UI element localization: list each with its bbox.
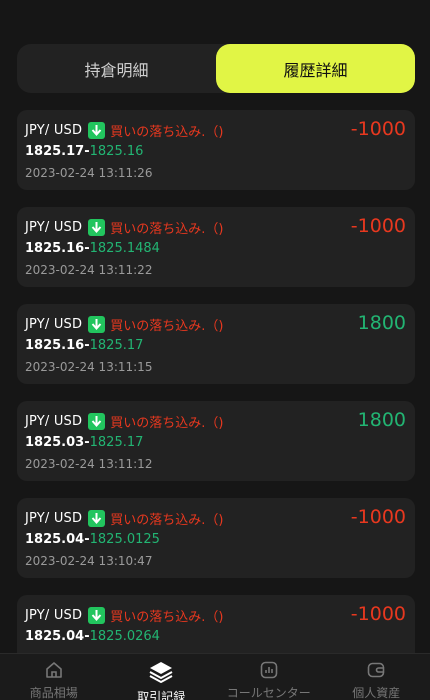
profit-amount: -1000 [350,118,406,140]
profit-amount: -1000 [350,215,406,237]
trade-time: 2023-02-24 13:11:26 [25,166,153,180]
card-header: JPY/ USD 買いの落ち込み.（) [25,217,407,237]
wallet-icon [366,660,386,680]
price-range: 1825.17-1825.16 [25,144,407,162]
price-range: 1825.16-1825.17 [25,338,407,356]
bottom-nav: 商品相場 取引記録 コールセンター 個人資産 [0,653,430,700]
close-price: 1825.17 [89,435,144,450]
currency-pair: JPY/ USD [25,510,83,526]
close-price: 1825.16 [89,144,144,159]
close-price: 1825.1484 [89,241,160,256]
trade-direction: 買いの落ち込み.（) [110,512,224,528]
open-price: 1825.04 [25,629,85,644]
trade-direction: 買いの落ち込み.（) [110,415,224,431]
profit-amount: -1000 [350,603,406,625]
tab-history[interactable]: 履歴詳細 [216,44,415,93]
tab-positions[interactable]: 持倉明細 [17,44,216,93]
card-header: JPY/ USD 買いの落ち込み.（) [25,314,407,334]
close-price: 1825.17 [89,338,144,353]
nav-label: コールセンター [226,686,311,700]
price-range: 1825.04-1825.0264 [25,629,407,647]
open-price: 1825.04 [25,532,85,547]
trade-time: 2023-02-24 13:11:12 [25,457,153,471]
nav-item-records[interactable]: 取引記録 [108,654,216,700]
arrow-down-icon [88,315,106,333]
currency-pair: JPY/ USD [25,219,83,235]
history-card[interactable]: JPY/ USD 買いの落ち込み.（) 1800 1825.03-1825.17 202… [17,401,415,481]
currency-pair: JPY/ USD [25,316,83,332]
price-range: 1825.04-1825.0125 [25,532,407,550]
open-price: 1825.16 [25,241,85,256]
profit-amount: 1800 [357,409,406,431]
chart-icon [259,660,279,680]
card-header: JPY/ USD 買いの落ち込み.（) [25,411,407,431]
nav-item-call-center[interactable]: コールセンター [215,654,323,700]
profit-amount: -1000 [350,506,406,528]
tab-bar: 持倉明細 履歴詳細 [17,44,415,93]
history-list: JPY/ USD 買いの落ち込み.（) -1000 1825.17-1825.16 20… [17,110,415,692]
trade-direction: 買いの落ち込み.（) [110,609,224,625]
arrow-down-icon [88,412,106,430]
open-price: 1825.16 [25,338,85,353]
profit-amount: 1800 [357,312,406,334]
history-card[interactable]: JPY/ USD 買いの落ち込み.（) -1000 1825.17-1825.16 20… [17,110,415,190]
close-price: 1825.0264 [89,629,160,644]
nav-label: 個人資産 [352,686,401,700]
trade-direction: 買いの落ち込み.（) [110,221,224,237]
nav-label: 取引記録 [137,690,186,700]
open-price: 1825.17 [25,144,85,159]
nav-label: 商品相場 [29,686,78,700]
nav-item-assets[interactable]: 個人資産 [323,654,430,700]
nav-item-market[interactable]: 商品相場 [0,654,108,700]
card-header: JPY/ USD 買いの落ち込み.（) [25,605,407,625]
card-header: JPY/ USD 買いの落ち込み.（) [25,120,407,140]
close-price: 1825.0125 [89,532,160,547]
history-card[interactable]: JPY/ USD 買いの落ち込み.（) -1000 1825.04-1825.0125… [17,498,415,578]
history-card[interactable]: JPY/ USD 買いの落ち込み.（) 1800 1825.16-1825.17 202… [17,304,415,384]
home-icon [44,660,64,680]
arrow-down-icon [88,121,106,139]
price-range: 1825.03-1825.17 [25,435,407,453]
arrow-down-icon [88,606,106,624]
trade-direction: 買いの落ち込み.（) [110,318,224,334]
card-header: JPY/ USD 買いの落ち込み.（) [25,508,407,528]
trade-time: 2023-02-24 13:11:22 [25,263,153,277]
arrow-down-icon [88,509,106,527]
layers-icon [148,660,174,684]
trade-time: 2023-02-24 13:10:47 [25,554,153,568]
currency-pair: JPY/ USD [25,122,83,138]
trade-time: 2023-02-24 13:11:15 [25,360,153,374]
trade-direction: 買いの落ち込み.（) [110,124,224,140]
history-card[interactable]: JPY/ USD 買いの落ち込み.（) -1000 1825.16-1825.1484… [17,207,415,287]
arrow-down-icon [88,218,106,236]
open-price: 1825.03 [25,435,85,450]
currency-pair: JPY/ USD [25,607,83,623]
price-range: 1825.16-1825.1484 [25,241,407,259]
currency-pair: JPY/ USD [25,413,83,429]
